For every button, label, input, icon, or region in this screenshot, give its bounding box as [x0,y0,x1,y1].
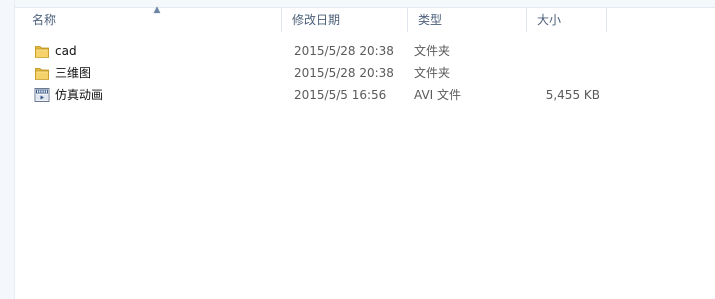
file-size: 5,455 KB [545,88,600,102]
sort-up-caret-icon: ▲ [153,5,161,15]
navigation-pane-edge [0,0,15,299]
avi-video-file-icon [34,87,50,103]
folder-icon [34,43,50,59]
column-header-size[interactable]: 大小 [527,8,607,32]
file-name: 仿真动画 [55,88,104,102]
file-size [527,40,600,62]
file-name-cell: cad [34,40,77,62]
column-header-modified-label: 修改日期 [292,13,341,27]
file-modified: 2015/5/5 16:56 [294,88,387,102]
file-type: 文件夹 [414,66,451,80]
file-type: 文件夹 [414,44,451,58]
file-name-cell: 仿真动画 [34,84,103,106]
file-row[interactable]: 仿真动画 2015/5/5 16:56 AVI 文件 5,455 KB [22,84,715,106]
column-header-type[interactable]: 类型 [408,8,527,32]
column-header-name[interactable]: 名称 ▲ [22,5,282,32]
column-header-size-label: 大小 [537,13,562,27]
column-header-row: 名称 ▲ 修改日期 类型 大小 [22,5,715,32]
file-type: AVI 文件 [414,88,462,102]
file-modified: 2015/5/28 20:38 [294,44,394,58]
file-row[interactable]: 三维图 2015/5/28 20:38 文件夹 [22,62,715,84]
file-name: cad [55,44,77,58]
file-list: cad 2015/5/28 20:38 文件夹 三维图 2015/5/28 20… [22,40,715,106]
column-header-modified[interactable]: 修改日期 [282,8,408,32]
file-size [527,62,600,84]
top-edge [0,0,715,8]
file-name: 三维图 [55,66,92,80]
column-header-type-label: 类型 [418,13,443,27]
file-explorer-window: 名称 ▲ 修改日期 类型 大小 cad 2015/5/28 20:38 文件夹 … [0,0,715,299]
folder-icon [34,65,50,81]
file-row[interactable]: cad 2015/5/28 20:38 文件夹 [22,40,715,62]
file-name-cell: 三维图 [34,62,91,84]
file-modified: 2015/5/28 20:38 [294,66,394,80]
column-header-name-label: 名称 [32,13,57,27]
